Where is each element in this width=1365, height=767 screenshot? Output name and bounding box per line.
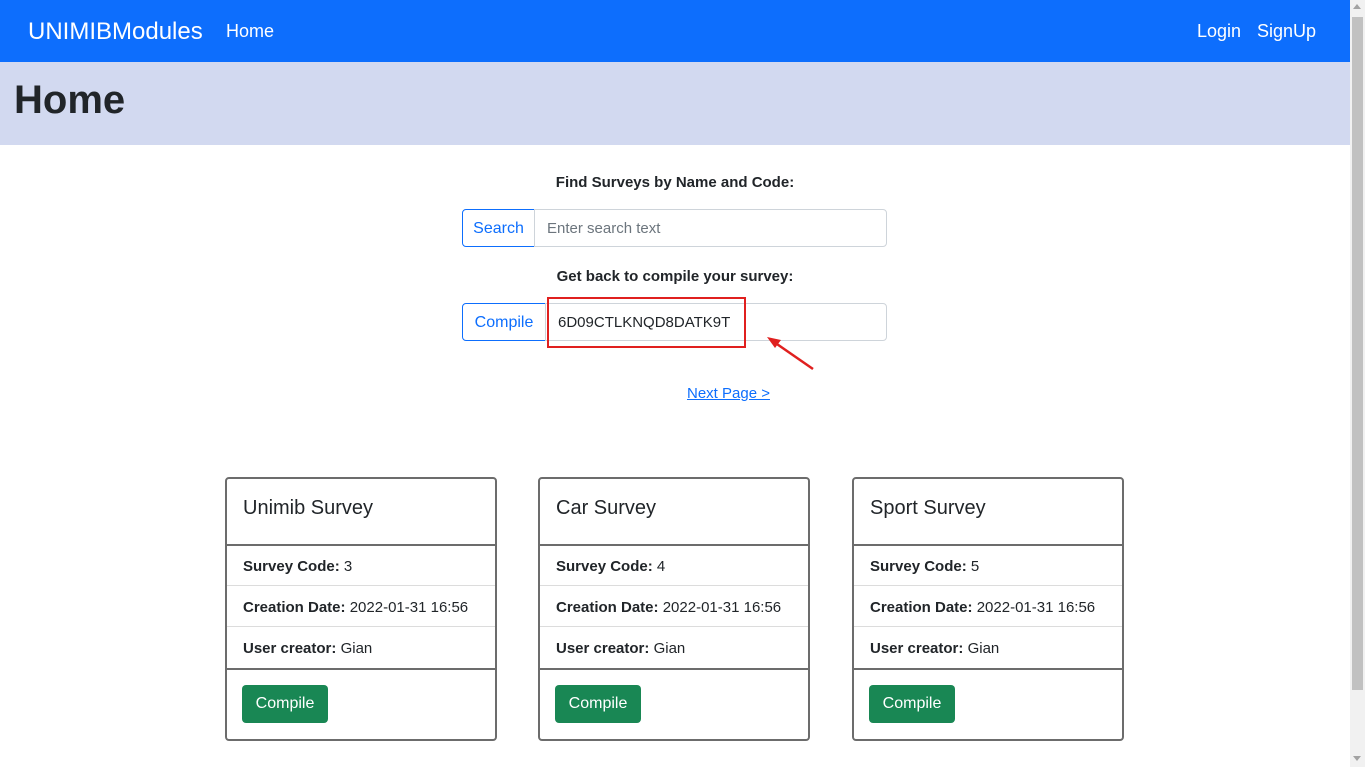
card-compile-button[interactable]: Compile — [242, 685, 328, 723]
creation-date-value: 2022-01-31 16:56 — [662, 599, 782, 616]
page-title: Home — [14, 78, 126, 122]
survey-code-value: 4 — [656, 558, 666, 575]
user-creator-value: Gian — [967, 640, 1000, 657]
card-divider — [227, 668, 495, 670]
card-divider — [540, 544, 808, 546]
next-page-link[interactable]: Next Page > — [687, 385, 770, 402]
brand-link[interactable]: UNIMIBModules — [28, 18, 203, 46]
vertical-scrollbar[interactable] — [1350, 0, 1365, 767]
annotation-highlight-box — [547, 297, 746, 348]
row-divider — [854, 626, 1122, 627]
survey-code-row: Survey Code: 3 — [243, 558, 352, 575]
user-creator-value: Gian — [340, 640, 373, 657]
annotation-arrow-icon — [767, 337, 814, 371]
user-creator-row: User creator: Gian — [870, 640, 999, 657]
user-creator-label: User creator: — [870, 640, 964, 657]
compile-code-button[interactable]: Compile — [462, 303, 546, 341]
scroll-down-arrow-icon[interactable] — [1353, 756, 1361, 761]
survey-code-row: Survey Code: 5 — [870, 558, 979, 575]
creation-date-label: Creation Date: — [556, 599, 659, 616]
creation-date-row: Creation Date: 2022-01-31 16:56 — [556, 599, 781, 616]
creation-date-value: 2022-01-31 16:56 — [349, 599, 469, 616]
survey-code-label: Survey Code: — [870, 558, 967, 575]
user-creator-row: User creator: Gian — [556, 640, 685, 657]
card-compile-button[interactable]: Compile — [555, 685, 641, 723]
row-divider — [227, 626, 495, 627]
row-divider — [540, 626, 808, 627]
survey-code-label: Survey Code: — [243, 558, 340, 575]
card-title: Sport Survey — [870, 497, 986, 519]
page-header: Home — [0, 62, 1350, 145]
survey-card: Unimib Survey Survey Code: 3 Creation Da… — [225, 477, 497, 741]
card-divider — [227, 544, 495, 546]
survey-code-row: Survey Code: 4 — [556, 558, 665, 575]
card-compile-button[interactable]: Compile — [869, 685, 955, 723]
creation-date-label: Creation Date: — [870, 599, 973, 616]
nav-login-link[interactable]: Login — [1197, 21, 1241, 42]
user-creator-row: User creator: Gian — [243, 640, 372, 657]
scrollbar-thumb[interactable] — [1352, 17, 1363, 690]
row-divider — [540, 585, 808, 586]
nav-home-link[interactable]: Home — [226, 21, 274, 42]
search-label: Find Surveys by Name and Code: — [555, 174, 795, 191]
survey-card: Sport Survey Survey Code: 5 Creation Dat… — [852, 477, 1124, 741]
survey-code-label: Survey Code: — [556, 558, 653, 575]
creation-date-value: 2022-01-31 16:56 — [976, 599, 1096, 616]
card-divider — [854, 668, 1122, 670]
navbar: UNIMIBModules Home Login SignUp — [0, 0, 1350, 62]
card-title: Unimib Survey — [243, 497, 374, 519]
scroll-up-arrow-icon[interactable] — [1353, 4, 1361, 9]
card-divider — [540, 668, 808, 670]
survey-code-value: 5 — [970, 558, 980, 575]
compile-label: Get back to compile your survey: — [556, 268, 794, 285]
user-creator-label: User creator: — [556, 640, 650, 657]
user-creator-value: Gian — [653, 640, 686, 657]
nav-signup-link[interactable]: SignUp — [1257, 21, 1316, 42]
card-title: Car Survey — [556, 497, 657, 519]
card-divider — [854, 544, 1122, 546]
survey-card: Car Survey Survey Code: 4 Creation Date:… — [538, 477, 810, 741]
survey-code-value: 3 — [343, 558, 353, 575]
creation-date-row: Creation Date: 2022-01-31 16:56 — [870, 599, 1095, 616]
user-creator-label: User creator: — [243, 640, 337, 657]
row-divider — [227, 585, 495, 586]
row-divider — [854, 585, 1122, 586]
search-input[interactable] — [534, 209, 887, 247]
creation-date-row: Creation Date: 2022-01-31 16:56 — [243, 599, 468, 616]
search-button[interactable]: Search — [462, 209, 535, 247]
creation-date-label: Creation Date: — [243, 599, 346, 616]
